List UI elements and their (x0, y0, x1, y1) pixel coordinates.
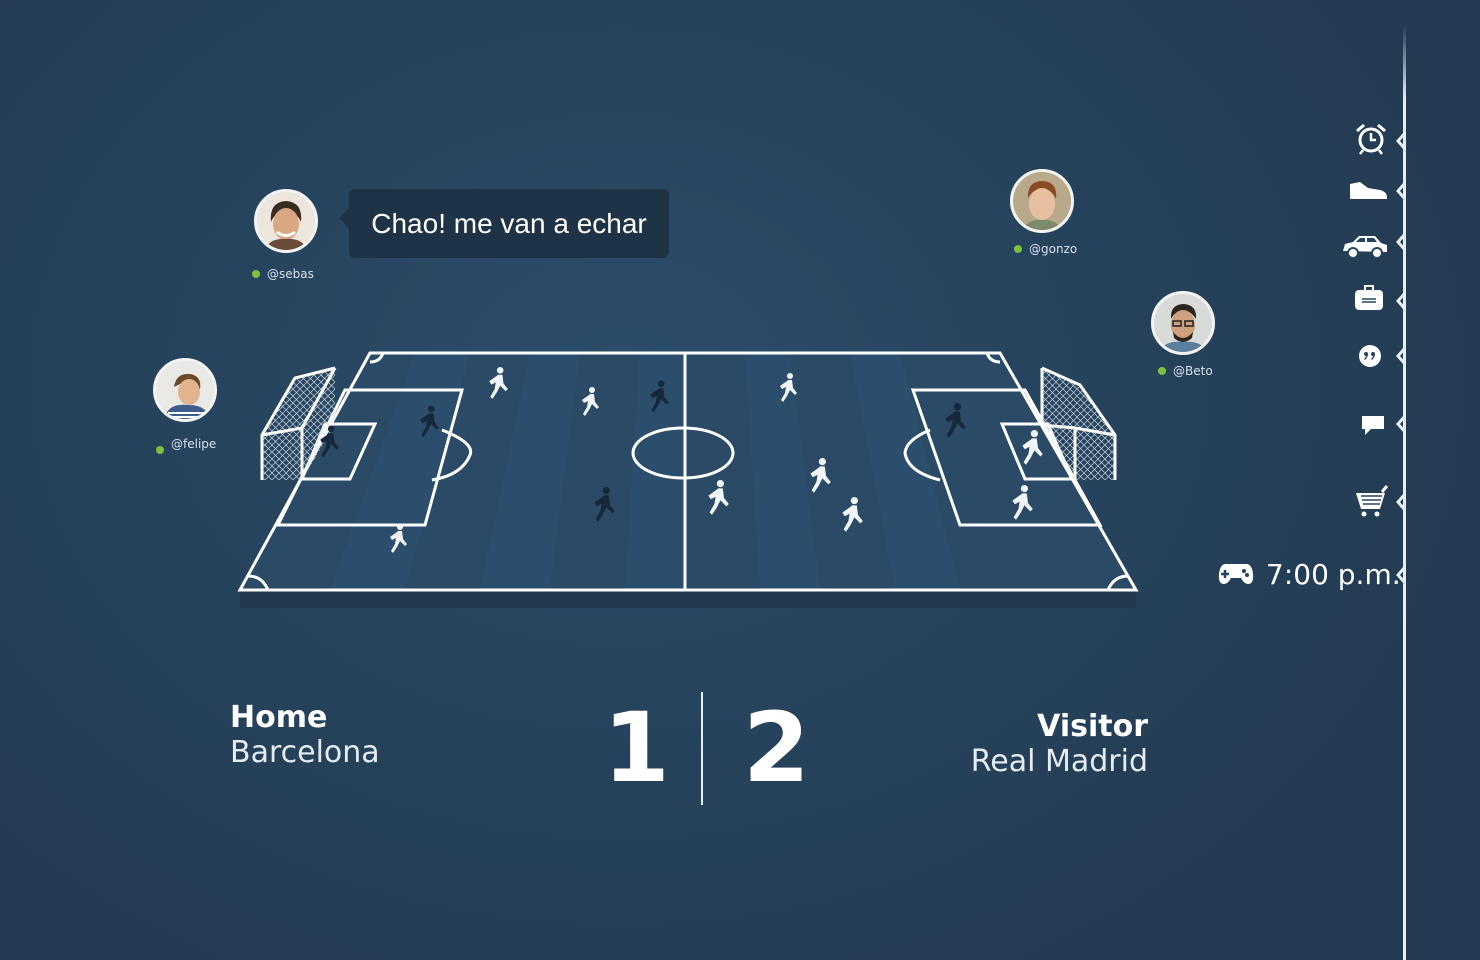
event-time[interactable]: 7:00 p.m. (1266, 558, 1401, 591)
shoe-icon[interactable] (1348, 178, 1388, 207)
gamepad-icon[interactable] (1218, 562, 1254, 591)
briefcase-icon[interactable] (1354, 284, 1384, 317)
quote-icon[interactable] (1358, 344, 1382, 373)
timeline-notches (1396, 132, 1407, 584)
cart-icon[interactable] (1349, 485, 1389, 522)
car-icon[interactable] (1341, 233, 1389, 264)
chat-icon[interactable] (1361, 415, 1385, 442)
alarm-clock-icon[interactable] (1354, 122, 1388, 161)
